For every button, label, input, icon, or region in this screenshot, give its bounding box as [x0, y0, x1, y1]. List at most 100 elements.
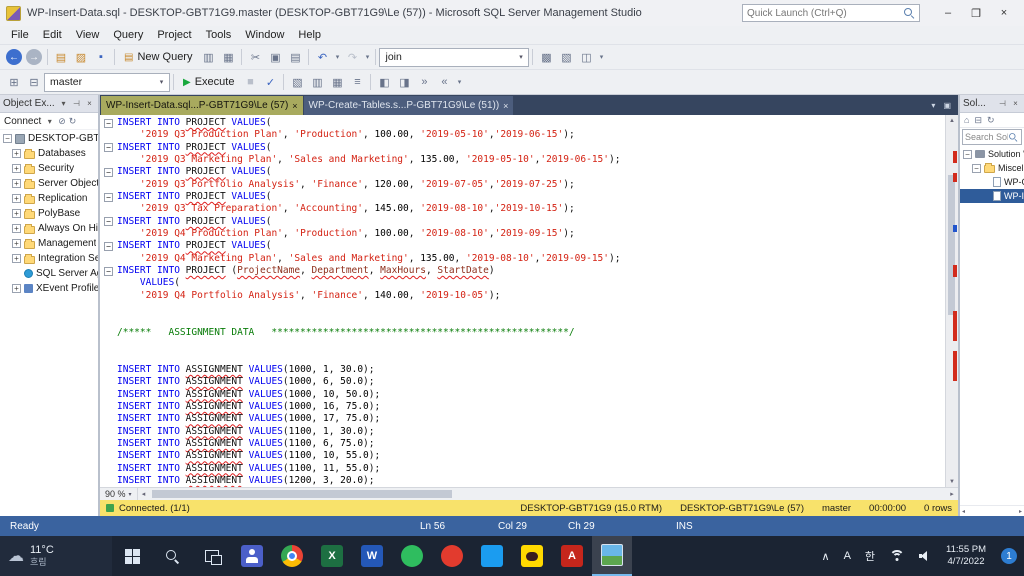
taskbar-search-button[interactable]	[152, 536, 192, 576]
fold-gutter[interactable]: −	[100, 142, 117, 154]
se-collapse-all-icon[interactable]: ⊟	[974, 115, 982, 126]
comment-icon[interactable]: ◧	[374, 72, 394, 92]
expand-icon[interactable]: +	[12, 254, 21, 263]
quick-launch-input[interactable]	[747, 7, 904, 19]
copy-icon[interactable]: ▣	[265, 47, 285, 67]
menu-view[interactable]: View	[69, 28, 107, 42]
taskbar-app-green[interactable]	[392, 536, 432, 576]
fold-collapse-icon[interactable]: −	[104, 242, 113, 252]
collapse-icon[interactable]: −	[972, 163, 981, 173]
fold-gutter[interactable]: −	[100, 240, 117, 252]
cut-icon[interactable]: ✂	[245, 47, 265, 67]
pin-icon[interactable]: ⊣	[71, 99, 82, 108]
object-explorer-item-replication[interactable]: + Replication	[0, 191, 98, 206]
fold-gutter[interactable]: −	[100, 216, 117, 228]
fold-gutter[interactable]: −	[100, 191, 117, 203]
zoom-dropdown-icon[interactable]: ▾	[129, 491, 132, 498]
scroll-right-icon[interactable]: ▸	[946, 490, 958, 498]
volume-button[interactable]	[912, 536, 938, 576]
outdent-icon[interactable]: «	[434, 72, 454, 92]
expand-icon[interactable]: +	[12, 179, 21, 188]
undo-icon[interactable]: ↶	[312, 47, 332, 67]
float-window-icon[interactable]: ▣	[943, 101, 951, 110]
estimated-plan-icon[interactable]: ▧	[287, 72, 307, 92]
results-text-icon[interactable]: ≡	[347, 72, 367, 92]
uncomment-icon[interactable]: ◨	[394, 72, 414, 92]
scroll-up-icon[interactable]: ▲	[946, 115, 958, 126]
document-tab-1[interactable]: WP-Insert-Data.sql...P-GBT71G9\Le (57) ×	[101, 96, 303, 115]
database-engine-query-icon[interactable]: ▥	[198, 47, 218, 67]
nav-forward-icon[interactable]: →	[26, 49, 42, 65]
taskbar-app-acrobat[interactable]: A	[552, 536, 592, 576]
horizontal-scroll-track[interactable]	[150, 488, 946, 500]
scroll-right-icon[interactable]: ▸	[1019, 508, 1022, 515]
connect-button[interactable]: Connect	[4, 116, 41, 127]
disconnect-icon[interactable]: ⊘	[58, 116, 66, 127]
solution-explorer-hscroll[interactable]: ◂ ▸	[960, 505, 1024, 516]
menu-help[interactable]: Help	[291, 28, 328, 42]
window-menu-icon[interactable]: ▾	[58, 99, 69, 108]
live-stats-icon[interactable]: ▥	[307, 72, 327, 92]
taskbar-app-word[interactable]: W	[352, 536, 392, 576]
object-explorer-item-integration-services-catalogs[interactable]: + Integration Services Catalogs	[0, 251, 98, 266]
fold-collapse-icon[interactable]: −	[104, 118, 113, 128]
scroll-down-icon[interactable]: ▼	[946, 476, 958, 487]
available-databases-combobox[interactable]: master ▾	[44, 72, 170, 92]
object-explorer-item-databases[interactable]: + Databases	[0, 146, 98, 161]
redo-icon[interactable]: ↷	[342, 47, 362, 67]
expand-icon[interactable]: +	[12, 194, 21, 203]
quick-launch-box[interactable]	[742, 4, 920, 22]
vertical-scrollbar[interactable]: ▲ ▼	[945, 115, 958, 487]
sql-overflow-icon[interactable]: ▾	[454, 72, 464, 92]
taskbar-app-chrome[interactable]	[272, 536, 312, 576]
collapse-icon[interactable]: −	[963, 149, 972, 159]
fold-gutter[interactable]: −	[100, 265, 117, 277]
fold-collapse-icon[interactable]: −	[104, 192, 113, 202]
menu-window[interactable]: Window	[238, 28, 291, 42]
se-refresh-icon[interactable]: ↻	[987, 115, 995, 126]
expand-icon[interactable]: +	[12, 149, 21, 158]
restore-button[interactable]: ❐	[962, 3, 990, 23]
parse-icon[interactable]: ✓	[260, 72, 280, 92]
refresh-icon[interactable]: ↻	[69, 116, 77, 127]
fold-collapse-icon[interactable]: −	[104, 266, 113, 276]
taskbar-app-excel[interactable]: X	[312, 536, 352, 576]
paste-icon[interactable]: ▤	[285, 47, 305, 67]
fold-collapse-icon[interactable]: −	[104, 217, 113, 227]
cancel-query-icon[interactable]: ■	[240, 72, 260, 92]
expand-icon[interactable]: +	[12, 239, 21, 248]
horizontal-scrollbar[interactable]: ◂ ▸	[138, 488, 958, 500]
taskbar-app-teams[interactable]	[232, 536, 272, 576]
object-explorer-item-management[interactable]: + Management	[0, 236, 98, 251]
fold-gutter[interactable]: −	[100, 117, 117, 129]
object-explorer-item-security[interactable]: + Security	[0, 161, 98, 176]
close-panel-icon[interactable]: ×	[84, 99, 95, 108]
weather-widget[interactable]: ☁ 11°C 흐림	[0, 536, 112, 576]
object-explorer-item-always-on-high-availability[interactable]: + Always On High Availability	[0, 221, 98, 236]
clock[interactable]: 11:55 PM 4/7/2022	[938, 536, 994, 576]
task-view-button[interactable]	[192, 536, 232, 576]
taskbar-app-red[interactable]	[432, 536, 472, 576]
menu-file[interactable]: File	[4, 28, 36, 42]
minimize-button[interactable]: –	[934, 3, 962, 23]
object-explorer-item-sql-server-agent[interactable]: SQL Server Agent	[0, 266, 98, 281]
redo-dropdown-icon[interactable]: ▾	[362, 47, 372, 67]
expand-icon[interactable]: +	[12, 164, 21, 173]
solution-search-input[interactable]	[965, 132, 1008, 142]
menu-edit[interactable]: Edit	[36, 28, 69, 42]
taskbar-app-kakaotalk[interactable]	[512, 536, 552, 576]
solution-explorer-item-wp-create-tables-sql[interactable]: WP-Create-Tables.sql	[960, 175, 1024, 189]
hidden-icons-button[interactable]: ∧	[815, 536, 837, 576]
ime-korean-indicator[interactable]: 한	[858, 536, 882, 576]
expand-icon[interactable]: +	[12, 224, 21, 233]
nav-back-icon[interactable]: ←	[6, 49, 22, 65]
indent-icon[interactable]: »	[414, 72, 434, 92]
object-explorer-item-polybase[interactable]: + PolyBase	[0, 206, 98, 221]
new-query-button[interactable]: ▤ New Query	[118, 49, 198, 65]
menu-query[interactable]: Query	[106, 28, 150, 42]
connect-object-explorer-icon[interactable]: ⊞	[4, 72, 24, 92]
zoom-control[interactable]: 90 % ▾	[100, 488, 138, 500]
object-explorer-item-xevent-profiler[interactable]: + XEvent Profiler	[0, 281, 98, 296]
object-explorer-item-desktop-gbt71g9[interactable]: − DESKTOP-GBT71G9	[0, 131, 98, 146]
menu-project[interactable]: Project	[150, 28, 198, 42]
